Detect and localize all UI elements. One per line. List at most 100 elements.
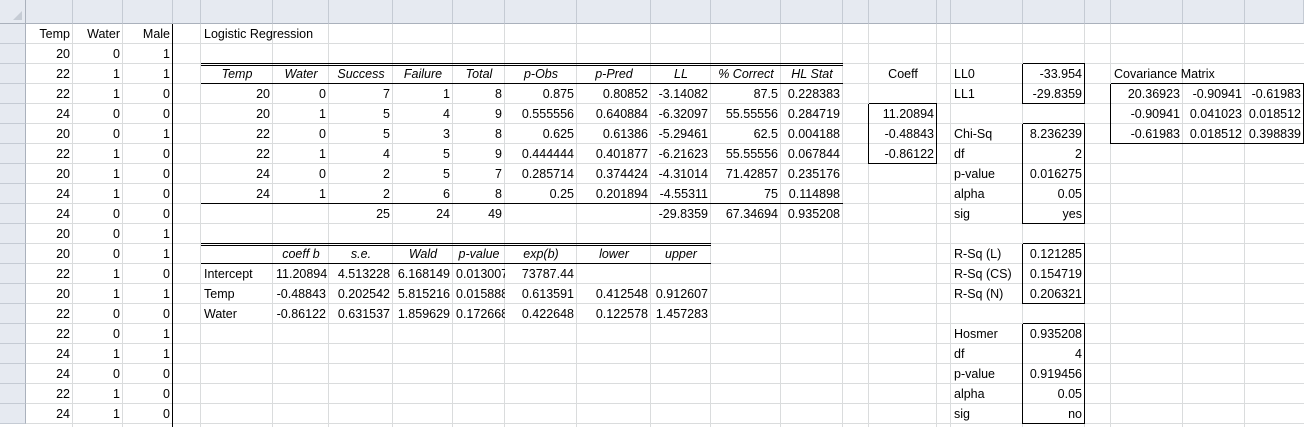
stat-label[interactable]: sig (951, 204, 1023, 224)
coef-header[interactable]: Wald (393, 244, 453, 264)
covariance-cell[interactable]: 0.041023 (1183, 104, 1245, 124)
covariance-cell[interactable]: 20.36923 (1111, 84, 1183, 104)
cell-c10[interactable]: 0 (123, 164, 173, 184)
column-header-p[interactable] (869, 0, 937, 24)
summary-total[interactable]: -29.8359 (651, 204, 711, 224)
hosmer-value[interactable]: 0.05 (1023, 384, 1085, 404)
summary-cell[interactable]: 55.55556 (711, 144, 781, 164)
cell-c16[interactable]: 1 (123, 284, 173, 304)
summary-total[interactable]: 49 (453, 204, 505, 224)
coef-row-label[interactable]: Water (201, 304, 273, 324)
summary-cell[interactable]: 0.640884 (577, 104, 651, 124)
summary-cell[interactable]: 9 (453, 104, 505, 124)
summary-cell[interactable]: 24 (201, 164, 273, 184)
summary-cell[interactable]: 4 (329, 144, 393, 164)
column-header-f[interactable] (273, 0, 329, 24)
row-header-4[interactable] (0, 44, 26, 64)
covariance-cell[interactable]: 0.398839 (1245, 124, 1304, 144)
hosmer-label[interactable]: df (951, 344, 1023, 364)
summary-cell[interactable]: 8 (453, 184, 505, 204)
cell-c17[interactable]: 0 (123, 304, 173, 324)
summary-header[interactable]: Temp (201, 64, 273, 84)
hosmer-value[interactable]: 0.935208 (1023, 324, 1085, 344)
cell-c18[interactable]: 1 (123, 324, 173, 344)
summary-cell[interactable]: 5 (393, 144, 453, 164)
summary-cell[interactable]: 22 (201, 124, 273, 144)
summary-header[interactable]: p-Pred (577, 64, 651, 84)
summary-cell[interactable]: 0.555556 (505, 104, 577, 124)
summary-cell[interactable]: -5.29461 (651, 124, 711, 144)
row-header-20[interactable] (0, 364, 26, 384)
summary-cell[interactable]: 0.625 (505, 124, 577, 144)
rsq-label[interactable]: R-Sq (N) (951, 284, 1023, 304)
cell-a6[interactable]: 22 (26, 84, 73, 104)
cell-a10[interactable]: 20 (26, 164, 73, 184)
column-header-v[interactable] (1183, 0, 1245, 24)
row-header-12[interactable] (0, 204, 26, 224)
cell-b15[interactable]: 1 (73, 264, 123, 284)
summary-cell[interactable]: 6 (393, 184, 453, 204)
summary-header[interactable]: Failure (393, 64, 453, 84)
cell-c5[interactable]: 1 (123, 64, 173, 84)
stat-value[interactable]: 2 (1023, 144, 1085, 164)
cell-c6[interactable]: 0 (123, 84, 173, 104)
row-header-22[interactable] (0, 404, 26, 424)
summary-cell[interactable]: 20 (201, 104, 273, 124)
coef-cell[interactable]: 5.815216 (393, 284, 453, 304)
cell-c7[interactable]: 0 (123, 104, 173, 124)
cell-a8[interactable]: 20 (26, 124, 73, 144)
cell-b11[interactable]: 1 (73, 184, 123, 204)
summary-cell[interactable]: 0.80852 (577, 84, 651, 104)
cell-a14[interactable]: 20 (26, 244, 73, 264)
cell-b6[interactable]: 1 (73, 84, 123, 104)
cell-a9[interactable]: 22 (26, 144, 73, 164)
summary-total[interactable]: 24 (393, 204, 453, 224)
coef-cell[interactable]: 0.172668 (453, 304, 505, 324)
stat-label[interactable]: alpha (951, 184, 1023, 204)
summary-cell[interactable]: 75 (711, 184, 781, 204)
summary-cell[interactable]: 8 (453, 84, 505, 104)
data-header-male[interactable]: Male (123, 24, 173, 44)
cell-b9[interactable]: 1 (73, 144, 123, 164)
column-header-s[interactable] (1023, 0, 1085, 24)
summary-cell[interactable]: 0.067844 (781, 144, 843, 164)
summary-cell[interactable]: -4.55311 (651, 184, 711, 204)
summary-cell[interactable]: 4 (393, 104, 453, 124)
cell-c12[interactable]: 0 (123, 204, 173, 224)
data-header-temp[interactable]: Temp (26, 24, 73, 44)
column-header-o[interactable] (843, 0, 869, 24)
column-header-n[interactable] (781, 0, 843, 24)
cell-c14[interactable]: 1 (123, 244, 173, 264)
summary-cell[interactable]: 0 (273, 164, 329, 184)
column-header-a[interactable] (26, 0, 73, 24)
summary-cell[interactable]: 22 (201, 144, 273, 164)
summary-cell[interactable]: 5 (329, 124, 393, 144)
cell-b18[interactable]: 0 (73, 324, 123, 344)
summary-cell[interactable]: 0 (273, 124, 329, 144)
cell-b16[interactable]: 1 (73, 284, 123, 304)
covariance-cell[interactable]: -0.61983 (1111, 124, 1183, 144)
cell-a11[interactable]: 24 (26, 184, 73, 204)
column-header-m[interactable] (711, 0, 781, 24)
summary-cell[interactable]: 1 (273, 144, 329, 164)
coef-cell[interactable]: 0.013007 (453, 264, 505, 284)
cell-a13[interactable]: 20 (26, 224, 73, 244)
stat-label[interactable]: df (951, 144, 1023, 164)
column-header-t[interactable] (1085, 0, 1111, 24)
cell-c11[interactable]: 0 (123, 184, 173, 204)
cell-a15[interactable]: 22 (26, 264, 73, 284)
hosmer-value[interactable]: 4 (1023, 344, 1085, 364)
coef-cell[interactable]: -0.86122 (273, 304, 329, 324)
summary-cell[interactable]: 62.5 (711, 124, 781, 144)
row-header-14[interactable] (0, 244, 26, 264)
cell-a17[interactable]: 22 (26, 304, 73, 324)
cell-a19[interactable]: 24 (26, 344, 73, 364)
summary-cell[interactable]: 2 (329, 184, 393, 204)
column-header-k[interactable] (577, 0, 651, 24)
coef-row-label[interactable]: Intercept (201, 264, 273, 284)
cell-b14[interactable]: 0 (73, 244, 123, 264)
cell-a7[interactable]: 24 (26, 104, 73, 124)
coef-cell[interactable]: 11.20894 (273, 264, 329, 284)
cell-b22[interactable]: 1 (73, 404, 123, 424)
coef-cell[interactable]: 0.015888 (453, 284, 505, 304)
